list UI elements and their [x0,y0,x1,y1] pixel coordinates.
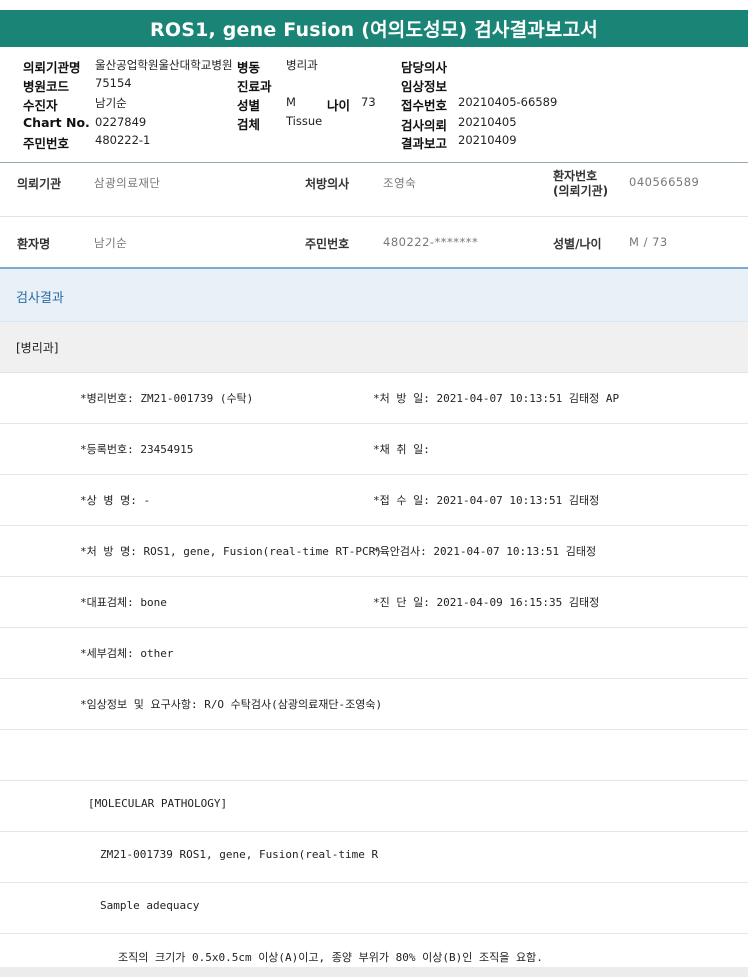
sex: M [286,95,296,109]
result-row: *처 방 명: ROS1, gene, Fusion(real-time RT-… [0,526,748,577]
chart-no-label: Chart No. [23,115,90,130]
report-title: ROS1, gene Fusion (여의도성모) 검사결과보고서 [0,10,748,47]
chart-no: 0227849 [95,115,147,129]
molecular-heading: [MOLECULAR PATHOLOGY] [88,797,228,810]
result-left: *대표검체: bone [80,596,167,609]
patient-name: 남기순 [94,236,128,250]
resident-no: 480222-1 [95,133,151,147]
report-header: 의뢰기관명 울산공업학원울산대학교병원 병동 병리과 담당의사 병원코드 751… [0,47,748,162]
result-left: *처 방 명: ROS1, gene, Fusion(real-time RT-… [80,545,382,558]
sex-age: M / 73 [629,235,668,249]
sample-adequacy: Sample adequacy [100,899,200,912]
adequacy-note: 조직의 크기가 0.5x0.5cm 이상(A)이고, 종양 부위가 80% 이상… [118,951,543,964]
patient-info: 의뢰기관 삼광의료재단 처방의사 조영숙 환자번호 (의뢰기관) 0405665… [0,163,748,268]
requesting-institution: 울산공업학원울산대학교병원 [95,58,233,72]
result-left: *세부검체: other [80,647,174,660]
result-left: *등록번호: 23454915 [80,443,194,456]
result-row: *세부검체: other [0,628,748,679]
prescriber-label: 처방의사 [305,177,350,191]
result-report-label: 결과보고 [401,136,448,151]
institution-label: 의뢰기관 [17,177,62,191]
result-left: *병리번호: ZM21-001739 (수탁) [80,392,254,405]
age: 73 [361,95,376,109]
test-request: 20210405 [458,115,517,129]
sample-adequacy-row: Sample adequacy [0,883,748,934]
receipt-no-label: 접수번호 [401,98,448,113]
clinical-info-label: 임상정보 [401,79,448,94]
resident-no-label: 주민번호 [23,136,70,151]
result-right: *채 취 일: [373,443,430,456]
molecular-line-row: ZM21-001739 ROS1, gene, Fusion(real-time… [0,832,748,883]
result-row: *대표검체: bone *진 단 일: 2021-04-09 16:15:35 … [0,577,748,628]
examinee-label: 수진자 [23,98,58,113]
department-tag: [병리과] [16,341,59,355]
attending-label: 담당의사 [401,60,448,75]
result-row: *상 병 명: - *접 수 일: 2021-04-07 10:13:51 김태… [0,475,748,526]
result-right: *육안검사: 2021-04-07 10:13:51 김태정 [373,545,597,558]
patient-name-label: 환자명 [17,237,51,251]
patient-no: 040566589 [629,175,700,189]
results-section-title: 검사결과 [16,291,64,306]
prescriber: 조영숙 [383,176,417,190]
department-label: 진료과 [237,79,272,94]
patient-no-sublabel: (의뢰기관) [553,184,609,198]
result-row [0,730,748,781]
ward: 병리과 [286,58,318,72]
resident-no-label: 주민번호 [305,237,350,251]
result-right: *진 단 일: 2021-04-09 16:15:35 김태정 [373,596,600,609]
result-report: 20210409 [458,133,517,147]
hospital-code: 75154 [95,76,132,90]
result-left: *임상정보 및 요구사항: R/O 수탁검사(삼광의료재단-조영숙) [80,698,383,711]
molecular-line: ZM21-001739 ROS1, gene, Fusion(real-time… [100,848,379,861]
examinee: 남기순 [95,96,127,110]
specimen-label: 검체 [237,117,261,132]
institution: 삼광의료재단 [94,176,161,190]
result-row: *병리번호: ZM21-001739 (수탁) *처 방 일: 2021-04-… [0,373,748,424]
molecular-heading-row: [MOLECULAR PATHOLOGY] [0,781,748,832]
results-section-header: 검사결과 [0,269,748,322]
ward-label: 병동 [237,60,261,75]
result-right: *처 방 일: 2021-04-07 10:13:51 김태정 AP [373,392,620,405]
result-left: *상 병 명: - [80,494,151,507]
patient-info-row: 환자명 남기순 주민번호 480222-******* 성별/나이 M / 73 [0,217,748,268]
result-row: *등록번호: 23454915 *채 취 일: [0,424,748,475]
receipt-no: 20210405-66589 [458,95,558,109]
result-right: *접 수 일: 2021-04-07 10:13:51 김태정 [373,494,600,507]
specimen: Tissue [286,114,323,128]
test-request-label: 검사의뢰 [401,118,448,133]
result-row: *임상정보 및 요구사항: R/O 수탁검사(삼광의료재단-조영숙) [0,679,748,730]
department-tag-row: [병리과] [0,322,748,373]
sex-label: 성별 [237,98,261,113]
requesting-institution-label: 의뢰기관명 [23,60,81,75]
bottom-strip [0,967,748,977]
sex-age-label: 성별/나이 [553,237,602,251]
age-label: 나이 [327,98,351,113]
adequacy-note-row: 조직의 크기가 0.5x0.5cm 이상(A)이고, 종양 부위가 80% 이상… [0,934,748,967]
hospital-code-label: 병원코드 [23,79,70,94]
resident-no: 480222-******* [383,235,479,249]
patient-info-row: 의뢰기관 삼광의료재단 처방의사 조영숙 환자번호 (의뢰기관) 0405665… [0,163,748,217]
